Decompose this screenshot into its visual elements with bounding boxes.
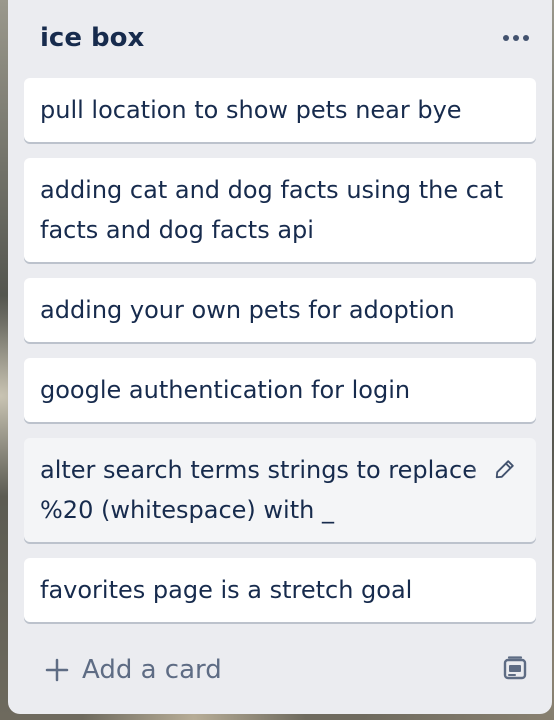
edit-card-button[interactable]	[492, 456, 518, 482]
card[interactable]: pull location to show pets near bye	[24, 78, 536, 142]
list-ice-box: ice box pull location to show pets near …	[8, 0, 552, 714]
list-menu-button[interactable]	[498, 24, 534, 52]
more-horizontal-icon	[503, 35, 529, 41]
card[interactable]: google authentication for login	[24, 358, 536, 422]
card-title: alter search terms strings to replace %2…	[40, 456, 477, 524]
card-list: pull location to show pets near bye addi…	[24, 78, 536, 638]
list-title[interactable]: ice box	[40, 22, 144, 54]
card-title: google authentication for login	[40, 376, 411, 404]
create-from-template-button[interactable]	[500, 654, 530, 684]
card[interactable]: favorites page is a stretch goal	[24, 558, 536, 622]
list-header: ice box	[8, 0, 552, 78]
card-title: pull location to show pets near bye	[40, 96, 462, 124]
card-hovered[interactable]: alter search terms strings to replace %2…	[24, 438, 536, 542]
plus-icon	[44, 657, 70, 683]
card-title: adding your own pets for adoption	[40, 296, 455, 324]
card-template-icon	[503, 656, 527, 680]
add-card-button[interactable]: Add a card	[44, 652, 222, 688]
pencil-icon	[495, 460, 514, 479]
card[interactable]: adding your own pets for adoption	[24, 278, 536, 342]
card-title: favorites page is a stretch goal	[40, 576, 413, 604]
list-footer: Add a card	[8, 636, 552, 702]
card-title: adding cat and dog facts using the cat f…	[40, 176, 504, 244]
add-card-label: Add a card	[82, 655, 222, 685]
card[interactable]: adding cat and dog facts using the cat f…	[24, 158, 536, 262]
